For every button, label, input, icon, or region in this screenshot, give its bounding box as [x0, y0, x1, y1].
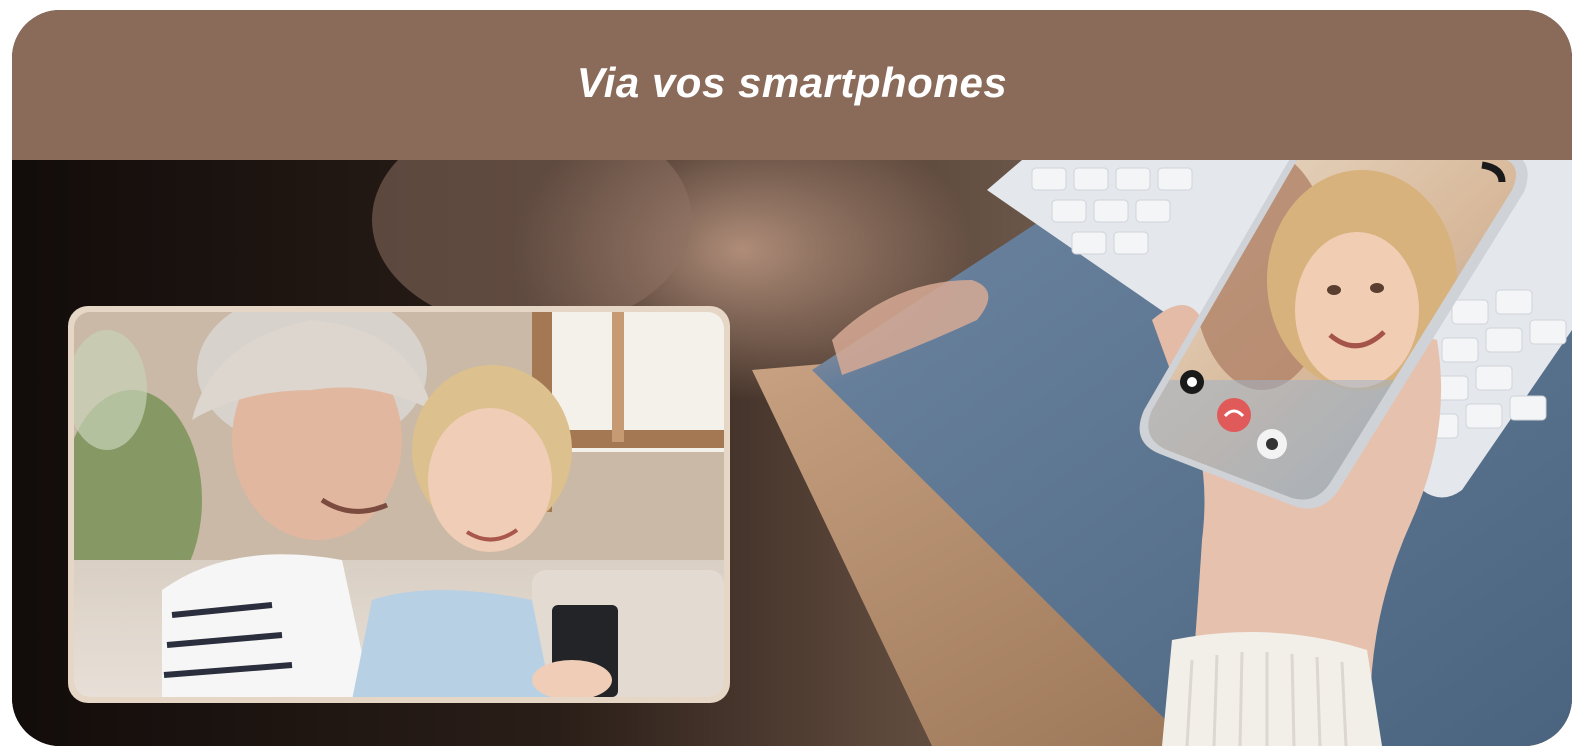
card-header: Via vos smartphones — [12, 10, 1572, 160]
background-photo — [12, 160, 1572, 746]
hangup-icon[interactable] — [1217, 398, 1251, 432]
card-title: Via vos smartphones — [576, 59, 1008, 106]
hero-image — [12, 160, 1572, 746]
feature-card: Via vos smartphones — [12, 10, 1572, 746]
inset-photo — [68, 306, 730, 703]
